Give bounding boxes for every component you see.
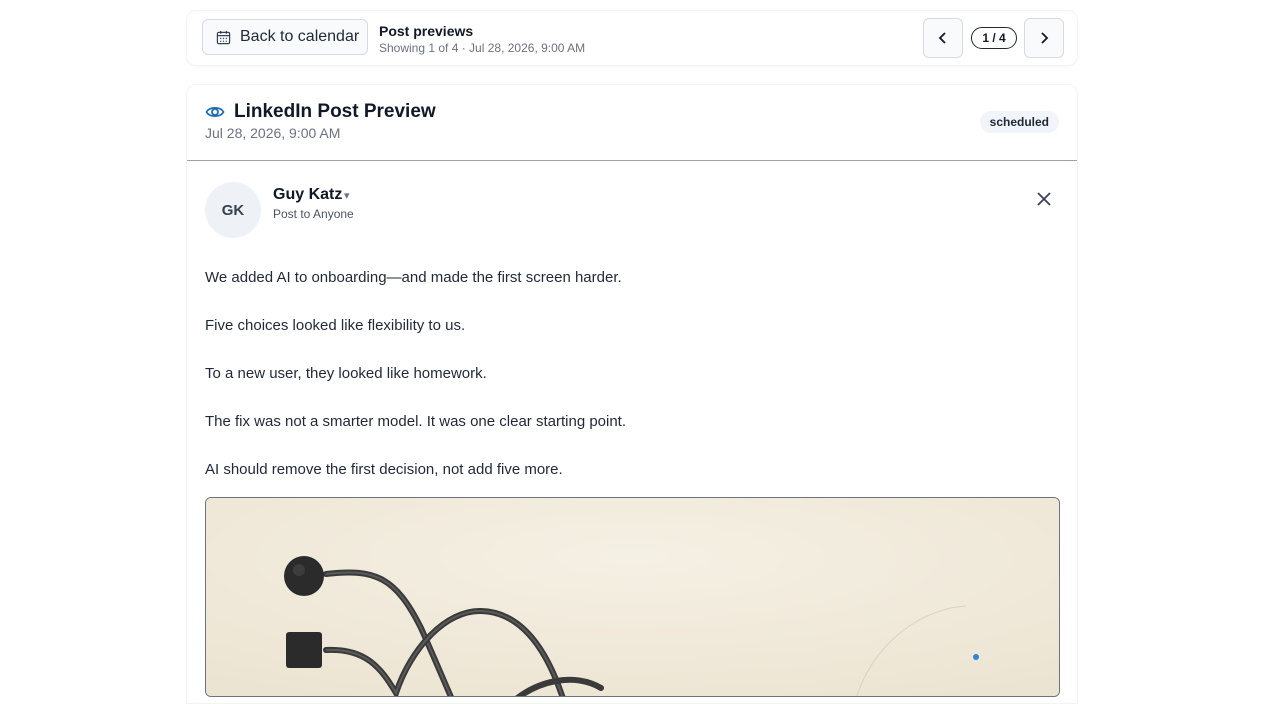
card-title: LinkedIn Post Preview — [234, 101, 436, 122]
post-audience: Post to Anyone — [273, 207, 354, 221]
post-image — [205, 497, 1060, 697]
preview-toolbar: Back to calendar Post previews Showing 1… — [186, 10, 1078, 66]
post-paragraph: AI should remove the first decision, not… — [205, 461, 563, 478]
chevron-right-icon — [1041, 32, 1049, 44]
status-badge: scheduled — [979, 111, 1059, 133]
close-icon[interactable] — [1033, 188, 1055, 210]
post-paragraph: Five choices looked like flexibility to … — [205, 317, 466, 334]
next-post-button[interactable] — [1024, 18, 1064, 58]
post-paragraph: The fix was not a smarter model. It was … — [205, 413, 627, 430]
previews-title: Post previews — [379, 23, 474, 39]
onboarding-illustration — [206, 498, 1059, 696]
page-indicator: 1 / 4 — [971, 27, 1017, 49]
chevron-left-icon — [938, 32, 946, 44]
post-paragraph: To a new user, they looked like homework… — [205, 365, 487, 382]
eye-icon — [205, 106, 225, 118]
back-to-calendar-button[interactable]: Back to calendar — [202, 19, 368, 55]
previews-subtitle: Showing 1 of 4 · Jul 28, 2026, 9:00 AM — [379, 41, 586, 55]
post-paragraph: We added AI to onboarding—and made the f… — [205, 269, 622, 286]
linkedin-preview-card: LinkedIn Post Preview Jul 28, 2026, 9:00… — [186, 84, 1078, 704]
card-header: LinkedIn Post Preview Jul 28, 2026, 9:00… — [187, 85, 1077, 161]
calendar-icon — [216, 30, 231, 44]
scheduled-date: Jul 28, 2026, 9:00 AM — [205, 125, 341, 141]
previous-post-button[interactable] — [923, 18, 963, 58]
back-button-label: Back to calendar — [240, 28, 360, 45]
author-name: Guy Katz — [273, 186, 343, 203]
audience-dropdown-caret[interactable]: ▾ — [344, 189, 350, 202]
avatar: GK — [205, 182, 261, 238]
